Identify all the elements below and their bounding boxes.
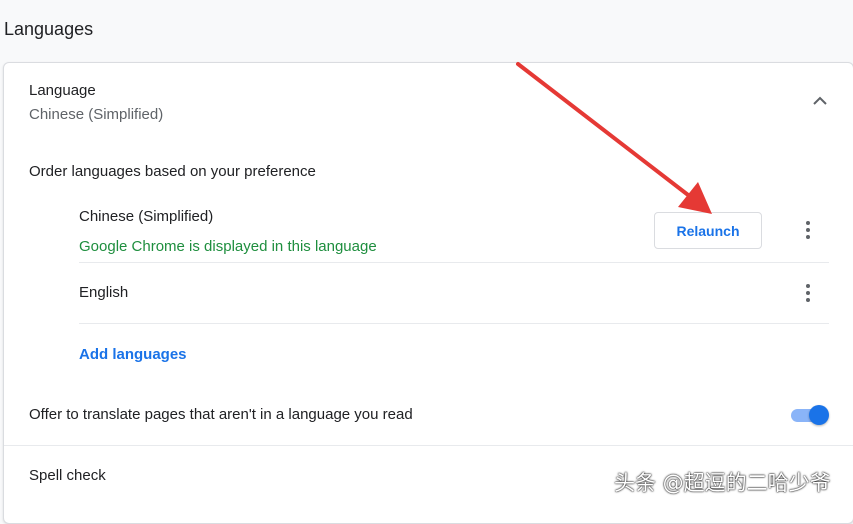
more-vert-icon[interactable] (799, 219, 817, 241)
add-languages-link[interactable]: Add languages (79, 346, 187, 363)
dot (806, 298, 810, 302)
languages-card: Language Chinese (Simplified) Order lang… (3, 62, 853, 524)
language-name: English (79, 284, 129, 301)
dot (806, 235, 810, 239)
chevron-up-icon (813, 96, 827, 105)
dot (806, 284, 810, 288)
language-row-english: English (79, 263, 829, 324)
more-vert-icon[interactable] (799, 282, 817, 304)
language-value: Chinese (Simplified) (29, 106, 164, 123)
display-language-note: Google Chrome is displayed in this langu… (79, 238, 377, 255)
section-title: Languages (4, 19, 94, 39)
dot (806, 291, 810, 295)
dot (806, 228, 810, 232)
spell-check-label: Spell check (29, 467, 106, 484)
translate-toggle[interactable] (789, 404, 831, 426)
language-name: Chinese (Simplified) (79, 208, 214, 225)
language-row-chinese: Chinese (Simplified) Google Chrome is di… (79, 195, 829, 263)
relaunch-button[interactable]: Relaunch (654, 212, 762, 249)
order-languages-label: Order languages based on your preference (29, 163, 316, 180)
language-label: Language (29, 82, 96, 99)
collapse-button[interactable] (809, 89, 831, 111)
toggle-knob (809, 405, 829, 425)
watermark: 头条 @超逗的二哈少爷 (614, 471, 831, 495)
divider (4, 445, 853, 446)
translate-label: Offer to translate pages that aren't in … (29, 406, 413, 423)
dot (806, 221, 810, 225)
